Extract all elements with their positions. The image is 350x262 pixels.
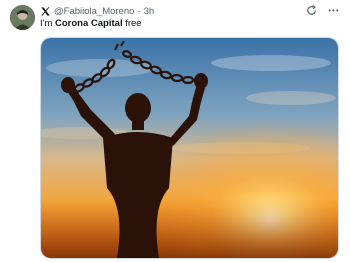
timestamp[interactable]: 3h: [144, 6, 155, 17]
tweet-media-image[interactable]: [40, 37, 339, 259]
tweet-text-bold: Corona Capital: [55, 18, 123, 29]
tweet-text-prefix: I'm: [40, 18, 56, 29]
tweet-actions: [305, 4, 340, 17]
tweet-text-suffix: free: [122, 18, 142, 29]
x-logo-icon: [40, 6, 51, 17]
avatar[interactable]: [10, 5, 35, 30]
grok-refresh-icon[interactable]: [305, 4, 318, 17]
silhouette-breaking-chains-image: [41, 38, 338, 258]
user-handle[interactable]: @Fabiiola_Moreno: [54, 6, 134, 17]
separator-dot: ·: [137, 5, 141, 17]
more-options-icon[interactable]: [327, 4, 340, 17]
tweet-text: I'm Corona Capital free: [40, 18, 142, 29]
tweet-header: @Fabiiola_Moreno · 3h: [40, 4, 154, 18]
